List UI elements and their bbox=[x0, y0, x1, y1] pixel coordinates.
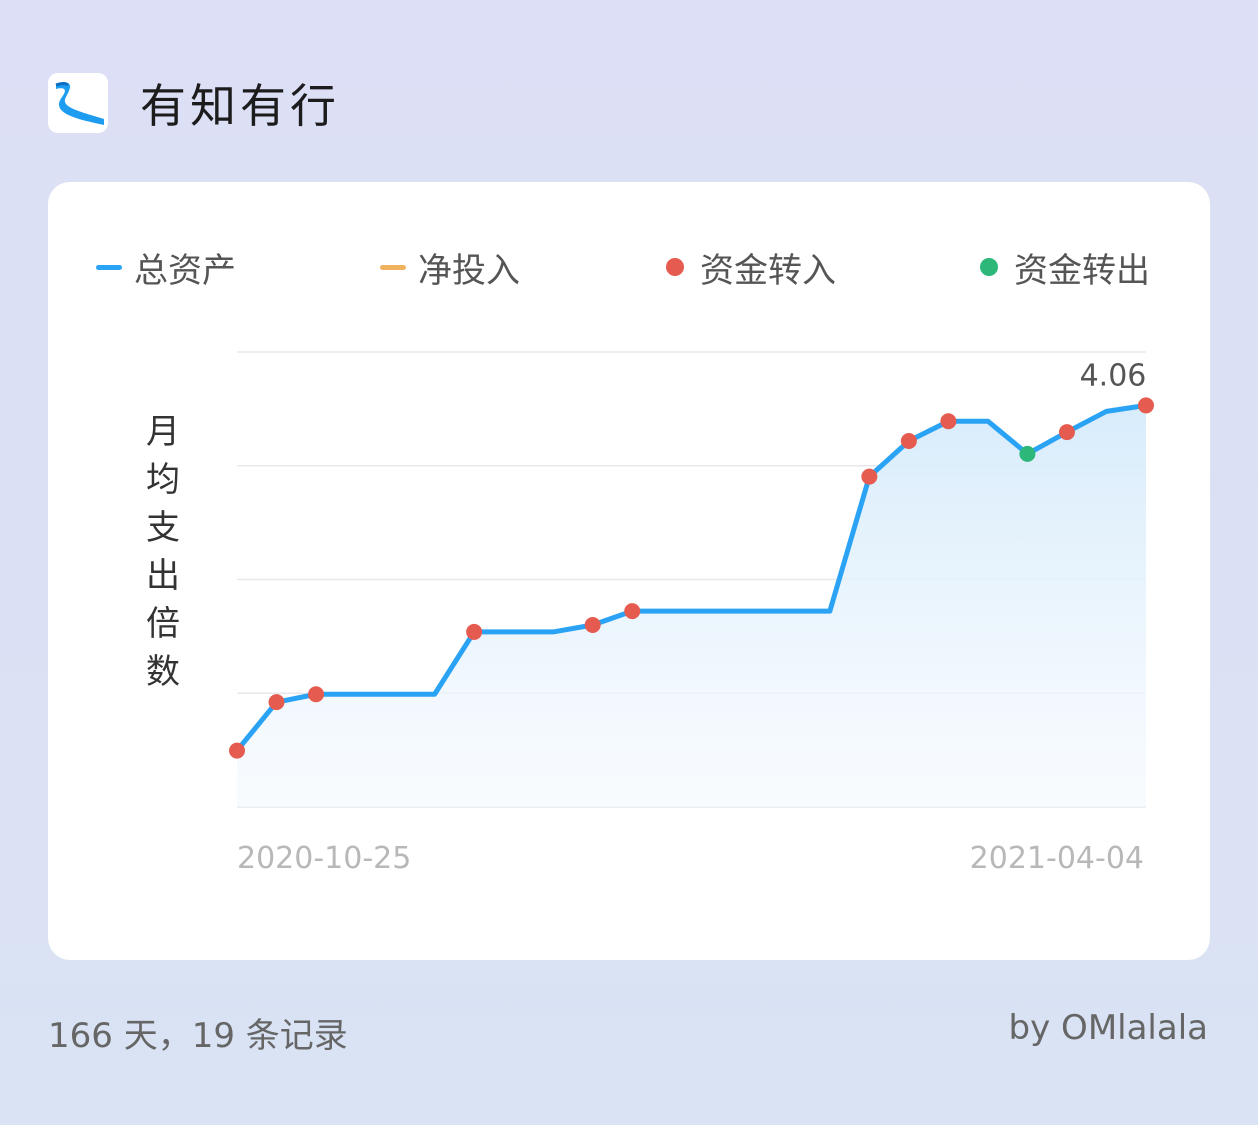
fund-in-point[interactable] bbox=[1058, 424, 1075, 441]
fund-in-point[interactable] bbox=[624, 603, 641, 620]
fund-in-point[interactable] bbox=[268, 694, 285, 711]
fund-in-point[interactable] bbox=[861, 468, 878, 485]
author-credit: by OMlalala bbox=[1008, 1008, 1208, 1048]
last-value-label: 4.06 bbox=[1080, 358, 1147, 393]
record-stats: 166 天，19 条记录 bbox=[48, 1016, 348, 1056]
fund-in-point[interactable] bbox=[1138, 397, 1154, 414]
fund-in-point[interactable] bbox=[308, 686, 325, 703]
fund-in-point[interactable] bbox=[940, 413, 957, 430]
fund-out-point[interactable] bbox=[1019, 445, 1036, 462]
chart-plot: 2020-10-25 2021-04-04 4.06 bbox=[229, 351, 1154, 876]
x-tick-start: 2020-10-25 bbox=[237, 841, 411, 876]
fund-in-point[interactable] bbox=[229, 742, 245, 759]
fund-in-point[interactable] bbox=[466, 623, 483, 640]
x-tick-end: 2021-04-04 bbox=[970, 841, 1144, 876]
fund-in-point[interactable] bbox=[584, 617, 601, 633]
fund-in-point[interactable] bbox=[900, 433, 917, 450]
